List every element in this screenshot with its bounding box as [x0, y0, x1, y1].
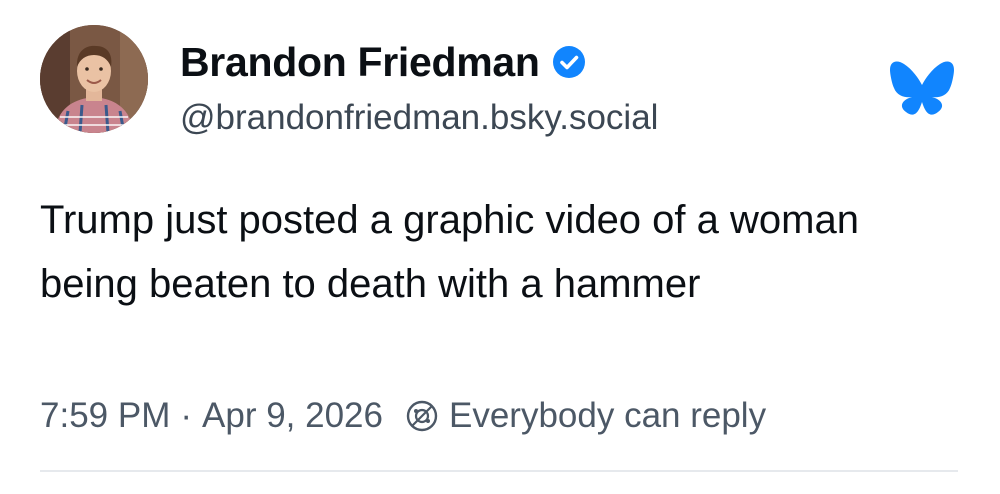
post-date[interactable]: Apr 9, 2026	[202, 396, 383, 436]
author-name-row: Brandon Friedman	[180, 36, 586, 88]
post-meta: 7:59 PM · Apr 9, 2026 Everybody can repl…	[40, 392, 766, 440]
author-handle[interactable]: @brandonfriedman.bsky.social	[180, 98, 658, 138]
verified-check-icon[interactable]	[552, 45, 586, 79]
bluesky-butterfly-icon[interactable]	[890, 60, 954, 116]
post-time[interactable]: 7:59 PM	[40, 396, 170, 436]
post-card: Brandon Friedman @brandonfriedman.bsky.s…	[0, 0, 1000, 494]
author-display-name[interactable]: Brandon Friedman	[180, 39, 540, 86]
avatar-photo	[40, 25, 148, 133]
avatar[interactable]	[40, 25, 148, 133]
reply-restriction-icon	[405, 399, 439, 433]
divider	[40, 470, 958, 472]
post-body-text: Trump just posted a graphic video of a w…	[40, 198, 859, 306]
reply-setting-label[interactable]: Everybody can reply	[449, 396, 766, 436]
meta-separator: ·	[180, 396, 193, 435]
